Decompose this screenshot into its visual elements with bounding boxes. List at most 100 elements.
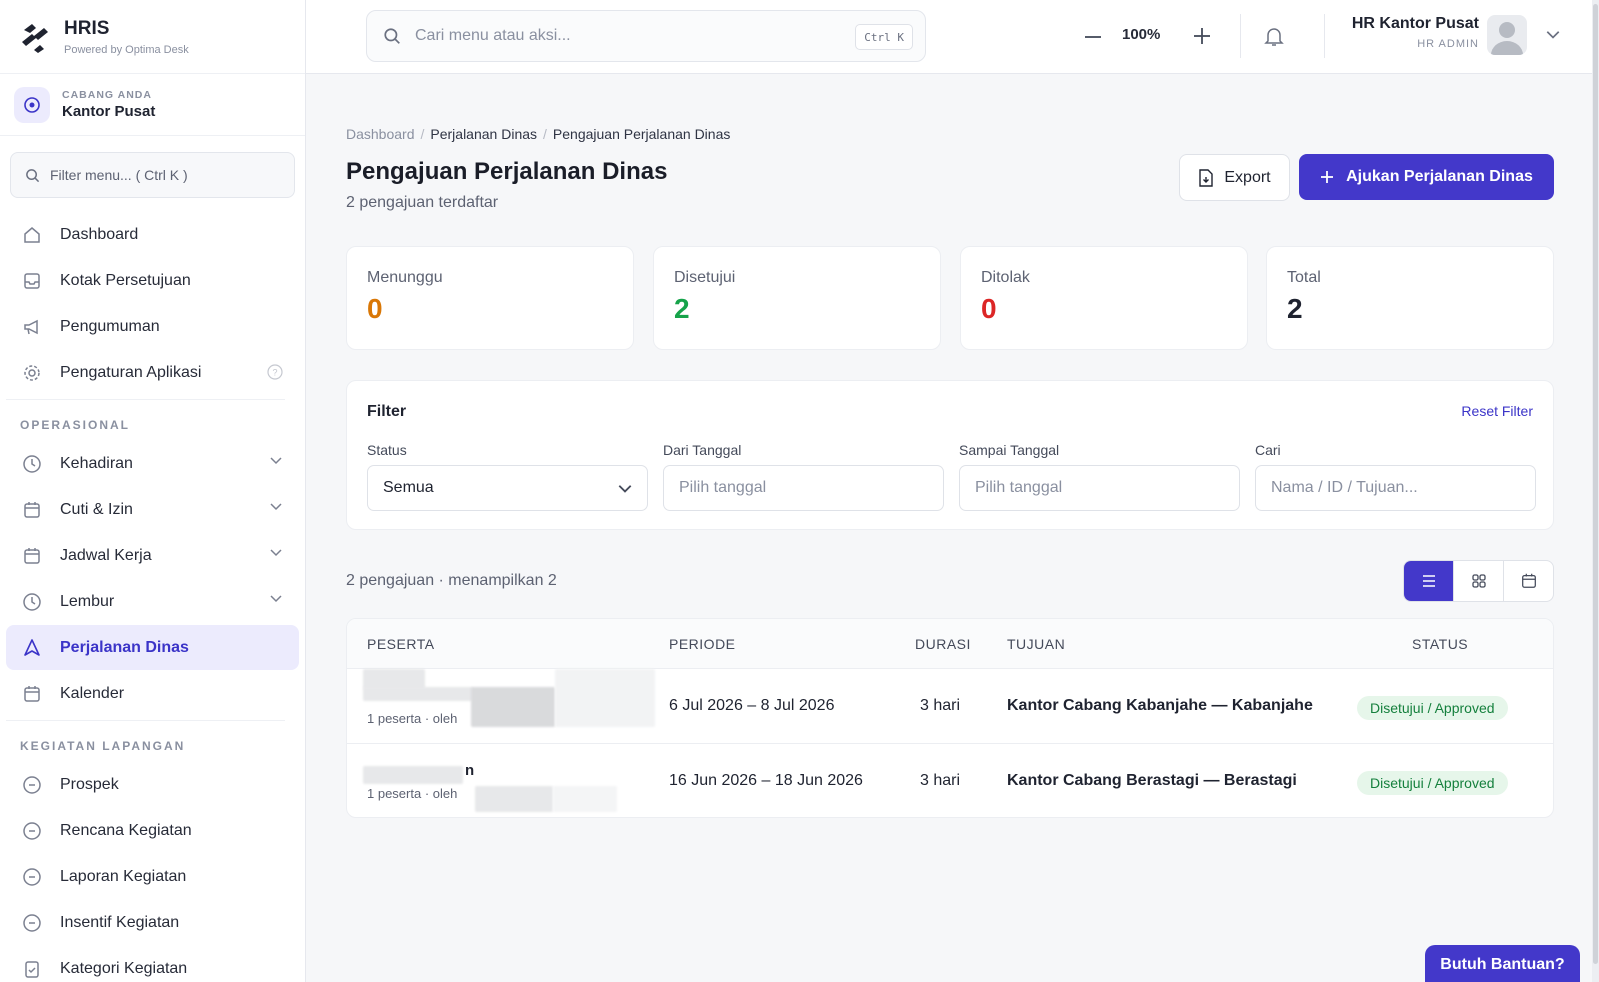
branch-name: Kantor Pusat: [62, 103, 156, 120]
export-label: Export: [1224, 168, 1271, 186]
column-header-peserta[interactable]: PESERTA: [367, 636, 435, 652]
from-date-input[interactable]: Pilih tanggal: [663, 465, 944, 511]
sidebar-item-prospek[interactable]: Prospek: [6, 762, 299, 807]
sidebar-item-rencana-kegiatan[interactable]: Rencana Kegiatan: [6, 808, 299, 853]
location-pin-icon: [14, 86, 50, 123]
redacted-name: [363, 766, 463, 784]
redacted-name: [555, 669, 655, 727]
clock-icon: [20, 452, 44, 476]
status-select[interactable]: Semua: [367, 465, 648, 511]
sidebar-item-kalender[interactable]: Kalender: [6, 671, 299, 716]
sidebar-item-kategori-kegiatan[interactable]: Kategori Kegiatan: [6, 946, 299, 982]
column-header-periode[interactable]: PERIODE: [669, 636, 736, 652]
participant-name-tail: n: [465, 762, 475, 779]
sidebar-item-insentif-kegiatan[interactable]: Insentif Kegiatan: [6, 900, 299, 945]
list-view-button[interactable]: [1404, 561, 1454, 601]
help-circle-icon[interactable]: ?: [267, 364, 283, 385]
sidebar-item-label: Kehadiran: [60, 454, 133, 472]
global-search-placeholder: Cari menu atau aksi...: [415, 27, 571, 44]
svg-text:?: ?: [272, 368, 277, 378]
logo-icon: [18, 20, 52, 54]
column-header-tujuan[interactable]: TUJUAN: [1007, 636, 1065, 652]
sidebar-item-label: Cuti & Izin: [60, 500, 133, 518]
reset-filter-link[interactable]: Reset Filter: [1461, 403, 1533, 419]
branch-label: CABANG ANDA: [62, 89, 152, 101]
submit-trip-button[interactable]: Ajukan Perjalanan Dinas: [1299, 154, 1554, 200]
circle-icon: [20, 819, 44, 843]
sidebar-item-laporan-kegiatan[interactable]: Laporan Kegiatan: [6, 854, 299, 899]
sidebar-item-pengumuman[interactable]: Pengumuman: [6, 304, 299, 349]
sidebar-item-dashboard[interactable]: Dashboard: [6, 212, 299, 257]
stat-value: 0: [367, 293, 383, 324]
topbar-divider: [1324, 14, 1325, 58]
table-header: PESERTA PERIODE DURASI TUJUAN STATUS: [347, 619, 1553, 669]
sidebar-item-label: Kotak Persetujuan: [60, 271, 191, 289]
avatar[interactable]: [1487, 15, 1527, 55]
minus-icon: [1085, 36, 1101, 38]
sidebar-item-label: Perjalanan Dinas: [60, 638, 189, 656]
redacted-name: [553, 786, 617, 812]
chevron-down-icon: [269, 453, 283, 472]
grid-view-button[interactable]: [1454, 561, 1504, 601]
notification-button[interactable]: [1258, 20, 1290, 52]
stat-value: 2: [1287, 293, 1303, 324]
result-count: 2 pengajuan · menampilkan 2: [346, 572, 557, 589]
gear-icon: [20, 361, 44, 385]
sidebar-item-kotak-persetujuan[interactable]: Kotak Persetujuan: [6, 258, 299, 303]
sidebar-item-jadwal-kerja[interactable]: Jadwal Kerja: [6, 533, 299, 578]
grid-icon: [1471, 574, 1486, 588]
sidebar-item-perjalanan-dinas[interactable]: Perjalanan Dinas: [6, 625, 299, 670]
megaphone-icon: [20, 315, 44, 339]
user-avatar-icon: [1491, 22, 1523, 55]
scrollbar[interactable]: [1592, 0, 1599, 982]
stat-label: Menunggu: [367, 269, 443, 286]
calendar-view-button[interactable]: [1504, 561, 1553, 601]
sidebar-divider: [6, 399, 285, 400]
filter-title: Filter: [367, 403, 407, 420]
breadcrumb-item[interactable]: Perjalanan Dinas: [430, 126, 537, 142]
bell-icon: [1264, 28, 1284, 46]
sidebar-filter-input[interactable]: Filter menu... ( Ctrl K ): [10, 152, 295, 198]
sidebar-item-cuti-izin[interactable]: Cuti & Izin: [6, 487, 299, 532]
sidebar-item-kehadiran[interactable]: Kehadiran: [6, 441, 299, 486]
calendar-icon: [20, 682, 44, 706]
participant-meta: 1 peserta · oleh: [367, 786, 458, 801]
to-date-input[interactable]: Pilih tanggal: [959, 465, 1240, 511]
user-name[interactable]: HR Kantor Pusat: [1352, 15, 1479, 33]
page-subtitle: 2 pengajuan terdaftar: [346, 194, 499, 211]
breadcrumb-item[interactable]: Dashboard: [346, 126, 415, 142]
chevron-down-icon: [269, 591, 283, 610]
stat-value: 0: [981, 293, 997, 324]
home-icon: [20, 223, 44, 247]
calendar-icon: [1521, 573, 1536, 588]
search-field[interactable]: Nama / ID / Tujuan...: [1255, 465, 1536, 511]
zoom-in-button[interactable]: [1186, 20, 1218, 52]
table-row[interactable]: 1 peserta · oleh 6 Jul 2026 – 8 Jul 2026…: [347, 669, 1553, 744]
table-row[interactable]: n 1 peserta · oleh 16 Jun 2026 – 18 Jun …: [347, 744, 1553, 817]
sidebar-item-lembur[interactable]: Lembur: [6, 579, 299, 624]
column-header-status[interactable]: STATUS: [1412, 636, 1468, 652]
zoom-level: 100%: [1122, 26, 1161, 43]
to-date-placeholder: Pilih tanggal: [975, 479, 1063, 496]
redacted-name: [363, 687, 473, 701]
zoom-out-button[interactable]: [1078, 22, 1108, 52]
breadcrumb: Dashboard / Perjalanan Dinas / Pengajuan Per…: [346, 126, 731, 142]
sidebar-item-pengaturan-aplikasi[interactable]: Pengaturan Aplikasi ?: [6, 350, 299, 395]
stat-value: 2: [674, 293, 690, 324]
chevron-down-icon: [269, 545, 283, 564]
user-menu-chevron-icon[interactable]: [1545, 26, 1561, 47]
search-label: Cari: [1255, 442, 1281, 458]
export-button[interactable]: Export: [1179, 154, 1290, 201]
file-export-icon: [1199, 168, 1214, 187]
sidebar-item-label: Laporan Kegiatan: [60, 867, 187, 885]
brand[interactable]: HRIS Powered by Optima Desk: [0, 0, 305, 74]
sidebar-item-label: Pengaturan Aplikasi: [60, 363, 202, 381]
branch-selector[interactable]: CABANG ANDA Kantor Pusat: [0, 74, 305, 136]
list-icon: [1422, 575, 1435, 587]
help-button[interactable]: Butuh Bantuan?: [1425, 945, 1580, 982]
global-search-input[interactable]: Cari menu atau aksi... Ctrl K: [366, 10, 926, 62]
scrollbar-thumb[interactable]: [1593, 4, 1598, 964]
sidebar-item-label: Lembur: [60, 592, 115, 610]
column-header-durasi[interactable]: DURASI: [915, 636, 971, 652]
circle-icon: [20, 865, 44, 889]
